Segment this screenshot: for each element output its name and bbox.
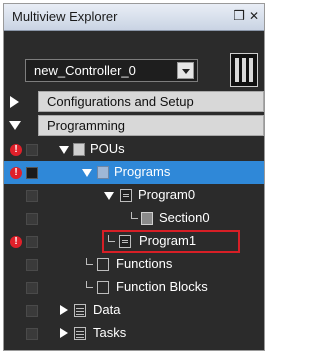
error-icon: !	[10, 236, 22, 248]
item-checkbox[interactable]	[26, 167, 38, 179]
item-checkbox[interactable]	[26, 305, 38, 317]
item-checkbox[interactable]	[26, 236, 38, 248]
item-checkbox[interactable]	[26, 190, 38, 202]
section-label-configurations: Configurations and Setup	[47, 94, 194, 109]
panel-title: Multiview Explorer	[12, 9, 118, 24]
tree-item-program1[interactable]: ! Program1	[4, 230, 264, 253]
tree-item-section0[interactable]: Section0	[4, 207, 264, 230]
pou-icon	[73, 143, 85, 156]
tree-section-configurations[interactable]: Configurations and Setup	[4, 91, 264, 114]
error-icon: !	[10, 144, 22, 156]
tree-label-section0: Section0	[159, 210, 210, 225]
section-bar-configurations[interactable]: Configurations and Setup	[38, 91, 264, 112]
expand-arrow-icon[interactable]	[60, 305, 68, 315]
controller-icon[interactable]	[230, 53, 258, 87]
collapse-arrow-icon[interactable]	[82, 169, 92, 177]
functions-icon	[97, 258, 109, 271]
tree-connector	[86, 281, 93, 288]
panel-titlebar: Multiview Explorer ❒ ✕	[4, 4, 264, 31]
tree-item-tasks[interactable]: Tasks	[4, 322, 264, 345]
multiview-explorer-panel: Multiview Explorer ❒ ✕ new_Controller_0 …	[3, 3, 265, 351]
data-icon	[74, 304, 86, 317]
tree-item-function-blocks[interactable]: Function Blocks	[4, 276, 264, 299]
tree-label-functions: Functions	[116, 256, 173, 271]
item-checkbox[interactable]	[26, 328, 38, 340]
item-checkbox[interactable]	[26, 259, 38, 271]
chevron-down-icon[interactable]	[177, 62, 194, 79]
error-icon: !	[10, 167, 22, 179]
tree-item-programs[interactable]: ! Programs	[4, 161, 264, 184]
tree-item-functions[interactable]: Functions	[4, 253, 264, 276]
controller-dropdown-value: new_Controller_0	[34, 63, 136, 78]
tree-label-program1: Program1	[139, 233, 197, 248]
section-label-programming: Programming	[47, 118, 126, 133]
program-icon	[120, 189, 132, 202]
controller-dropdown[interactable]: new_Controller_0	[25, 59, 198, 82]
expand-arrow-icon[interactable]	[60, 328, 68, 338]
tree-section-programming[interactable]: Programming	[4, 115, 264, 138]
tasks-icon	[74, 327, 86, 340]
programs-folder-icon	[97, 166, 109, 179]
item-checkbox[interactable]	[26, 213, 38, 225]
item-checkbox[interactable]	[26, 282, 38, 294]
section-bar-programming[interactable]: Programming	[38, 115, 264, 136]
program-icon	[119, 235, 131, 248]
tree-item-data[interactable]: Data	[4, 299, 264, 322]
function-blocks-icon	[97, 281, 109, 294]
tree-label-function-blocks: Function Blocks	[116, 279, 208, 294]
section-icon	[141, 212, 153, 225]
collapse-arrow-icon[interactable]	[9, 121, 21, 130]
close-icon[interactable]: ✕	[248, 8, 260, 24]
tree-connector	[131, 212, 138, 219]
tree-label-programs: Programs	[114, 164, 171, 179]
tree-item-program0[interactable]: Program0	[4, 184, 264, 207]
tree-label-pous: POUs	[90, 141, 125, 156]
collapse-arrow-icon[interactable]	[104, 192, 114, 200]
item-checkbox[interactable]	[26, 144, 38, 156]
pin-icon[interactable]: ❒	[232, 8, 246, 24]
tree-connector	[108, 235, 115, 242]
tree-label-data: Data	[93, 302, 121, 317]
expand-arrow-icon[interactable]	[10, 96, 19, 108]
tree-connector	[86, 258, 93, 265]
tree-label-program0: Program0	[138, 187, 196, 202]
tree-label-tasks: Tasks	[93, 325, 127, 340]
collapse-arrow-icon[interactable]	[59, 146, 69, 154]
controller-selector-row: new_Controller_0	[4, 31, 264, 87]
tree-item-pous[interactable]: ! POUs	[4, 138, 264, 161]
